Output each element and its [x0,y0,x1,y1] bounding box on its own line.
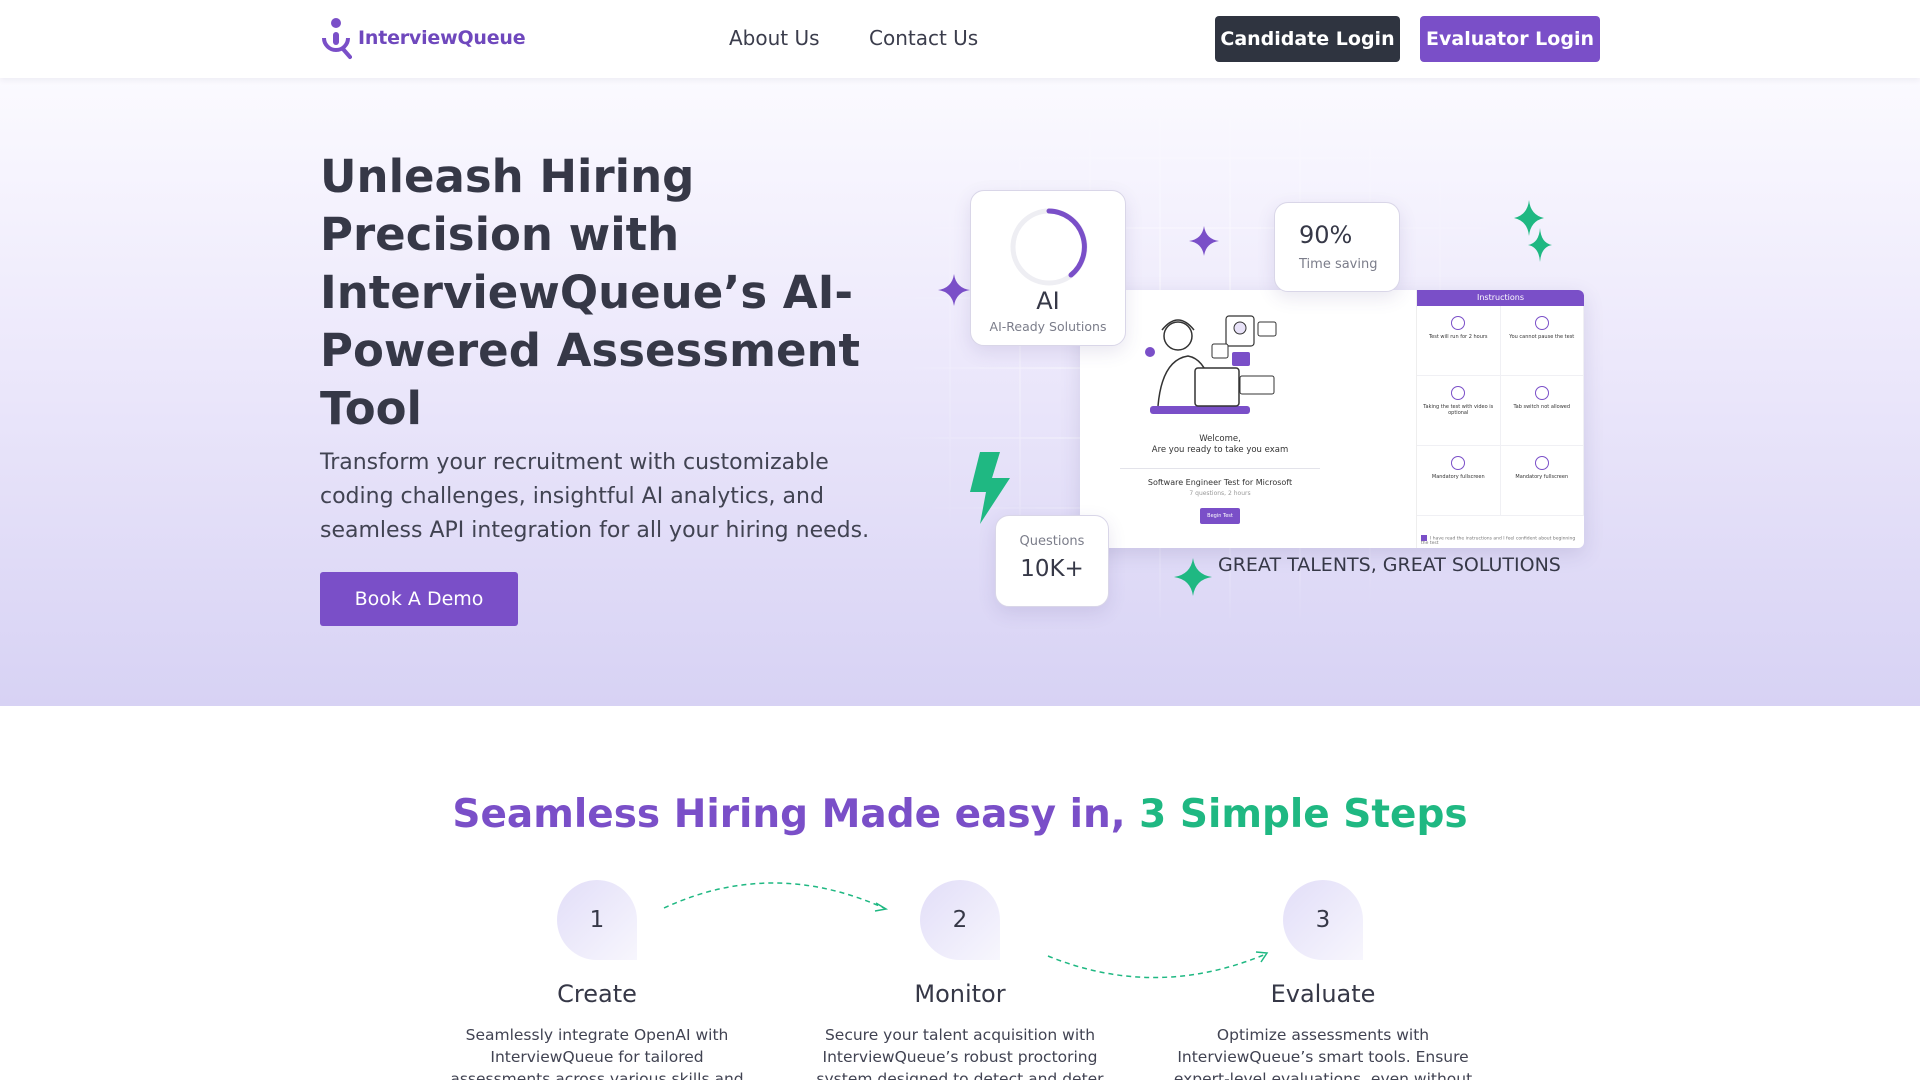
preview-agree-text: I have read the instructions and I feel … [1421,536,1576,546]
time-saving-label: Time saving [1299,257,1378,272]
instruction-item: Test will run for 2 hours [1417,306,1501,376]
sparkle-icon [1528,228,1552,262]
step-evaluate: 3 Evaluate Optimize assessments with Int… [1173,880,1473,1080]
sparkle-icon [938,274,970,306]
preview-welcome-line1: Welcome, [1199,434,1241,444]
instruction-item: Mandatory fullscreen [1500,446,1584,516]
preview-welcome-line2: Are you ready to take you exam [1151,445,1289,455]
instruction-text: You cannot pause the test [1509,334,1575,340]
progress-ring-icon [1010,208,1088,286]
steps-title-part2: 3 Simple Steps [1139,792,1468,837]
nav-link-contact[interactable]: Contact Us [869,26,978,50]
evaluator-login-button[interactable]: Evaluator Login [1420,16,1600,62]
nav-link-about[interactable]: About Us [729,26,820,50]
hero-subtitle: Transform your recruitment with customiz… [320,450,870,543]
instruction-text: Test will run for 2 hours [1428,334,1488,340]
step-create: 1 Create Seamlessly integrate OpenAI wit… [447,880,747,1080]
questions-card: Questions 10K+ [995,515,1109,607]
questions-value: 10K+ [1020,556,1084,582]
questions-label: Questions [1019,534,1085,549]
preview-test-meta: 7 questions, 2 hours [1189,490,1251,497]
pause-icon [1534,316,1549,330]
ai-stat-card: AI AI-Ready Solutions [970,190,1126,346]
step-name: Monitor [914,980,1006,1008]
instruction-item: Taking the test with video is optional [1417,376,1501,446]
ai-stat-label: AI-Ready Solutions [989,319,1107,334]
hero-title: Unleash Hiring Precision with InterviewQ… [320,150,861,435]
preview-begin-button: Begin Test [1200,508,1240,524]
illustration-woman-laptop [1145,315,1277,414]
preview-instructions-title: Instructions [1417,290,1584,306]
step-number: 3 [1283,880,1363,960]
steps-section-title: Seamless Hiring Made easy in, 3 Simple S… [0,792,1920,837]
step-description: Seamlessly integrate OpenAI with Intervi… [450,1026,744,1080]
step-description: Optimize assessments with InterviewQueue… [1173,1026,1473,1080]
preview-instructions-grid: Test will run for 2 hours You cannot pau… [1417,306,1584,516]
book-demo-button[interactable]: Book A Demo [320,572,518,626]
instruction-text: Mandatory fullscreen [1515,474,1569,480]
step-number: 2 [920,880,1000,960]
instruction-text: Taking the test with video is optional [1423,404,1494,416]
hero-tagline: GREAT TALENTS, GREAT SOLUTIONS [1218,554,1561,576]
time-saving-card: 90% Time saving [1274,202,1400,292]
fullscreen-icon [1451,456,1466,470]
instruction-text: Mandatory fullscreen [1431,474,1485,480]
lightning-icon [970,452,1010,524]
instruction-item: Mandatory fullscreen [1417,446,1501,516]
preview-test-name: Software Engineer Test for Microsoft [1147,478,1293,487]
hero-section: Unleash Hiring Precision with InterviewQ… [0,78,1920,706]
step-monitor: 2 Monitor Secure your talent acquisition… [810,880,1110,1080]
tab-icon [1534,386,1549,400]
ai-stat-value: AI [1036,287,1060,315]
step-name: Evaluate [1270,980,1376,1008]
brand-name: InterviewQueue [358,27,526,49]
timer-icon [1451,316,1466,330]
sparkle-icon [1189,226,1219,256]
preview-divider [1120,468,1320,469]
preview-agree-checkbox: I have read the instructions and I feel … [1421,534,1581,546]
preview-welcome-text: Welcome, Are you ready to take you exam [1080,434,1360,456]
checkbox-icon [1421,534,1427,541]
sparkle-icon [1174,558,1212,596]
instruction-text: Tab switch not allowed [1513,404,1571,410]
logo-person-icon [322,18,352,59]
top-navbar: InterviewQueue About Us Contact Us Candi… [0,0,1920,78]
fullscreen-icon [1534,456,1549,470]
steps-title-part1: Seamless Hiring Made easy in, [452,792,1140,837]
preview-instructions-panel: Instructions Test will run for 2 hours Y… [1416,290,1584,548]
step-name: Create [557,980,637,1008]
step-description: Secure your talent acquisition with Inte… [816,1026,1104,1080]
video-icon [1451,386,1466,400]
time-saving-value: 90% [1299,221,1353,249]
candidate-login-button[interactable]: Candidate Login [1215,16,1400,62]
instruction-item: You cannot pause the test [1500,306,1584,376]
instruction-item: Tab switch not allowed [1500,376,1584,446]
step-number: 1 [557,880,637,960]
exam-preview-screenshot: Welcome, Are you ready to take you exam … [1080,290,1584,548]
brand-logo[interactable]: InterviewQueue [320,16,526,60]
